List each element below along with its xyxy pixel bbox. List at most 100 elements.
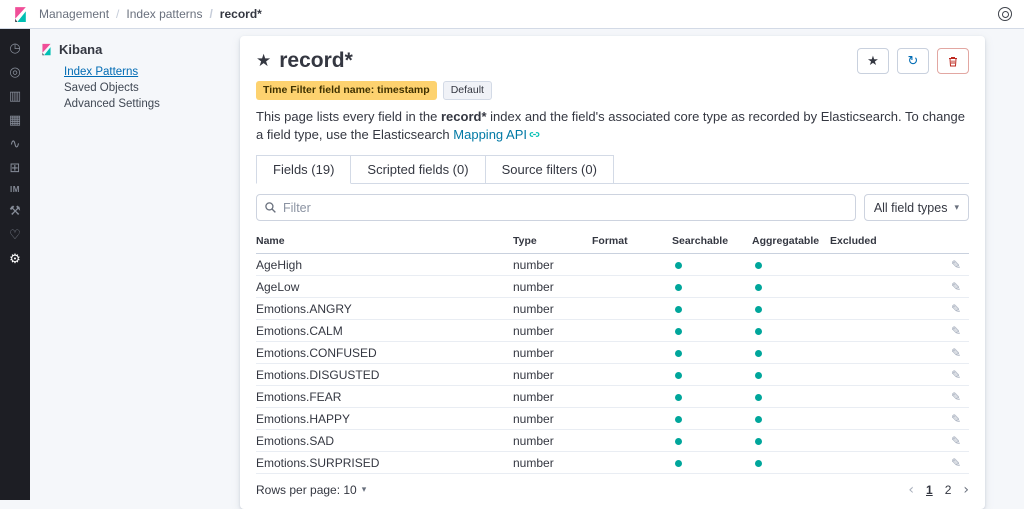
aggregatable-dot <box>755 393 762 401</box>
field-type: number <box>513 367 554 382</box>
timelion-icon[interactable]: ∿ <box>10 138 21 151</box>
sidebar-section-title: Kibana <box>59 42 103 57</box>
aggregatable-dot <box>755 415 762 423</box>
column-header-aggregatable: Aggregatable <box>752 235 820 248</box>
index-pattern-card: ★ record* ★ ↻ Time Filter field name: ti… <box>240 36 985 509</box>
recently-viewed-icon[interactable]: ◷ <box>9 42 20 55</box>
sidebar-item-advanced-settings[interactable]: Advanced Settings <box>64 98 240 110</box>
fields-table: Name Type Format Searchable Aggregatable Excl… <box>256 231 969 475</box>
description-text-pre: This page lists every field in the <box>256 108 441 124</box>
dashboard-icon[interactable]: ▦ <box>9 114 21 127</box>
kibana-section-logo <box>40 43 53 56</box>
field-aggregatable <box>752 456 830 470</box>
field-searchable <box>672 390 752 404</box>
refresh-fields-button[interactable]: ↻ <box>897 48 929 74</box>
field-type: number <box>513 389 554 404</box>
edit-field-icon[interactable]: ✎ <box>951 412 961 426</box>
aggregatable-dot <box>755 261 762 269</box>
dev-tools-icon[interactable]: ⚒ <box>9 205 21 218</box>
tab-fields[interactable]: Fields (19) <box>256 155 352 185</box>
edit-field-icon[interactable]: ✎ <box>951 390 961 404</box>
edit-field-icon[interactable]: ✎ <box>951 434 961 448</box>
discover-icon[interactable]: ◎ <box>9 66 20 79</box>
table-row: Emotions.HAPPY number ✎ <box>256 408 969 431</box>
edit-field-icon[interactable]: ✎ <box>951 280 961 294</box>
mapping-api-link[interactable]: Mapping API <box>453 127 527 142</box>
index-management-icon[interactable]: IM <box>10 186 20 194</box>
table-footer: Rows per page: 10 ‹ 12 › <box>256 483 969 497</box>
maps-icon[interactable]: ⊞ <box>10 162 21 175</box>
filter-row: All field types <box>256 194 969 222</box>
field-aggregatable <box>752 368 830 382</box>
trash-icon <box>949 56 957 66</box>
field-actions: ✎ <box>903 258 969 272</box>
table-body: AgeHigh number ✎ AgeLow number ✎ Emotions.ANGR… <box>256 254 969 475</box>
field-searchable <box>672 346 752 360</box>
pagination: ‹ 12 › <box>908 483 969 497</box>
field-name: AgeLow <box>256 279 300 294</box>
aggregatable-dot <box>755 437 762 445</box>
help-icon[interactable] <box>998 7 1012 21</box>
field-type: number <box>513 323 554 338</box>
field-actions: ✎ <box>903 280 969 294</box>
delete-index-pattern-button[interactable] <box>937 48 969 74</box>
aggregatable-dot <box>755 327 762 335</box>
edit-field-icon[interactable]: ✎ <box>951 324 961 338</box>
edit-field-icon[interactable]: ✎ <box>951 258 961 272</box>
page-button-2[interactable]: 2 <box>945 483 952 497</box>
field-type: number <box>513 433 554 448</box>
field-actions: ✎ <box>903 324 969 338</box>
previous-page-button[interactable]: ‹ <box>908 483 914 497</box>
kibana-logo[interactable] <box>12 6 29 23</box>
table-row: Emotions.CALM number ✎ <box>256 320 969 343</box>
filter-input[interactable] <box>256 194 856 222</box>
monitoring-icon[interactable]: ♡ <box>9 229 21 242</box>
top-bar: Management Index patterns record* <box>0 0 1024 29</box>
field-searchable <box>672 258 752 272</box>
field-aggregatable <box>752 434 830 448</box>
visualize-icon[interactable]: ▥ <box>9 90 21 103</box>
breadcrumb-index-patterns[interactable]: Index patterns <box>109 7 202 21</box>
sidebar-item-index-patterns[interactable]: Index Patterns <box>64 66 240 78</box>
table-header-row: Name Type Format Searchable Aggregatable Excl… <box>256 231 969 255</box>
default-star-icon: ★ <box>256 51 272 71</box>
rows-per-page-selector[interactable]: Rows per page: 10 <box>256 483 366 497</box>
field-name: Emotions.HAPPY <box>256 411 351 426</box>
field-type: number <box>513 411 554 426</box>
rows-per-page-label: Rows per page: 10 <box>256 483 357 498</box>
next-page-button[interactable]: › <box>963 483 969 497</box>
searchable-dot <box>675 305 682 313</box>
tab-scripted-fields[interactable]: Scripted fields (0) <box>350 155 486 184</box>
description-index-name: record* <box>440 108 487 124</box>
aggregatable-dot <box>755 349 762 357</box>
searchable-dot <box>675 415 682 423</box>
tab-source-filters[interactable]: Source filters (0) <box>484 155 614 184</box>
field-searchable <box>672 324 752 338</box>
field-aggregatable <box>752 302 830 316</box>
table-row: Emotions.DISGUSTED number ✎ <box>256 364 969 387</box>
field-searchable <box>672 434 752 448</box>
table-row: AgeHigh number ✎ <box>256 254 969 277</box>
edit-field-icon[interactable]: ✎ <box>951 302 961 316</box>
edit-field-icon[interactable]: ✎ <box>951 346 961 360</box>
table-row: Emotions.SURPRISED number ✎ <box>256 452 969 475</box>
edit-field-icon[interactable]: ✎ <box>951 456 961 470</box>
sidebar-item-saved-objects[interactable]: Saved Objects <box>64 82 240 94</box>
time-filter-badge: Time Filter field name: timestamp <box>256 81 437 100</box>
field-actions: ✎ <box>903 412 969 426</box>
edit-field-icon[interactable]: ✎ <box>951 368 961 382</box>
page-button-1[interactable]: 1 <box>926 483 933 497</box>
field-type: number <box>513 345 554 360</box>
breadcrumb-management[interactable]: Management <box>39 7 109 21</box>
set-default-button[interactable]: ★ <box>857 48 889 74</box>
searchable-dot <box>675 437 682 445</box>
tabs: Fields (19) Scripted fields (0) Source fil… <box>256 155 969 185</box>
searchable-dot <box>675 327 682 335</box>
column-header-format: Format <box>592 235 628 248</box>
management-icon[interactable]: ⚙ <box>9 253 21 266</box>
external-link-icon <box>529 132 540 138</box>
searchable-dot <box>675 349 682 357</box>
field-type-dropdown[interactable]: All field types <box>863 194 969 222</box>
searchable-dot <box>675 261 682 269</box>
table-row: Emotions.FEAR number ✎ <box>256 386 969 409</box>
